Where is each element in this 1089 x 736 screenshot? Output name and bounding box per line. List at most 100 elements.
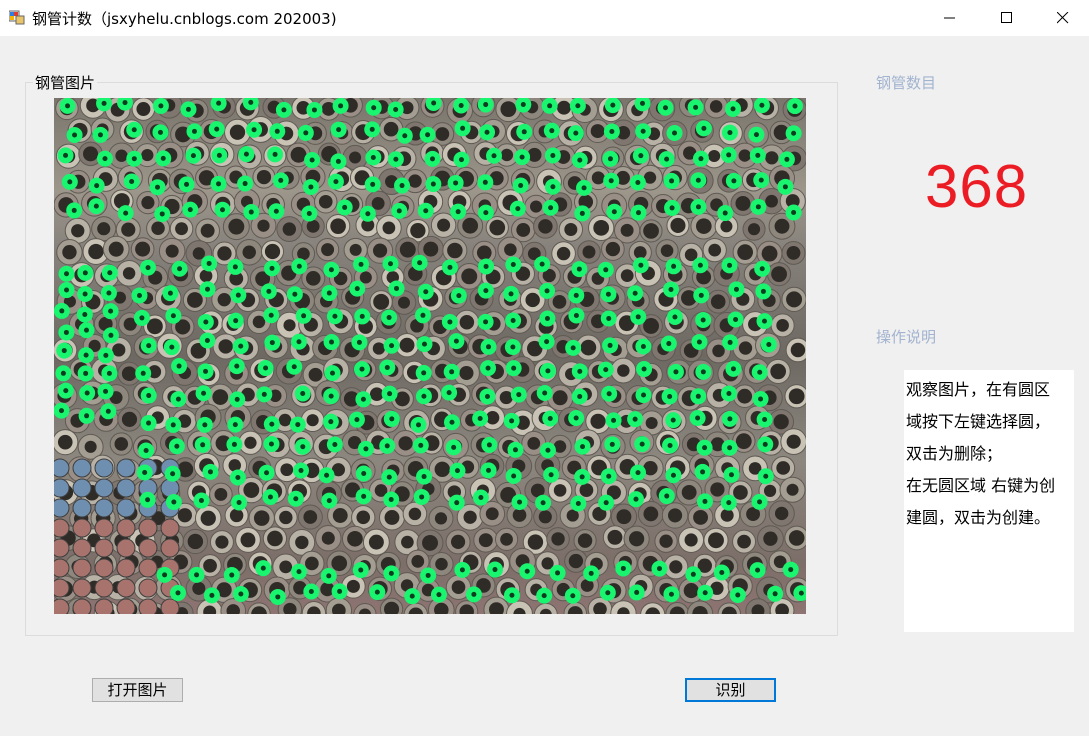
detected-circle-marker[interactable] — [729, 586, 746, 603]
detected-circle-marker[interactable] — [66, 127, 83, 144]
detected-circle-marker[interactable] — [477, 204, 494, 221]
detected-circle-marker[interactable] — [690, 172, 707, 189]
detected-circle-marker[interactable] — [102, 303, 119, 320]
detected-circle-marker[interactable] — [583, 565, 600, 582]
detected-circle-marker[interactable] — [695, 120, 712, 137]
detected-circle-marker[interactable] — [658, 488, 675, 505]
detected-circle-marker[interactable] — [478, 258, 495, 275]
detected-circle-marker[interactable] — [100, 403, 117, 420]
detected-circle-marker[interactable] — [223, 567, 240, 584]
detected-circle-marker[interactable] — [695, 312, 712, 329]
detected-circle-marker[interactable] — [349, 280, 366, 297]
detected-circle-marker[interactable] — [381, 469, 398, 486]
detected-circle-marker[interactable] — [569, 98, 586, 114]
detected-circle-marker[interactable] — [243, 204, 260, 221]
detected-circle-marker[interactable] — [627, 285, 644, 302]
detected-circle-marker[interactable] — [321, 285, 338, 302]
detected-circle-marker[interactable] — [394, 177, 411, 194]
detected-circle-marker[interactable] — [667, 363, 684, 380]
detected-circle-marker[interactable] — [568, 410, 585, 427]
detected-circle-marker[interactable] — [425, 176, 442, 193]
detected-circle-marker[interactable] — [165, 416, 182, 433]
detected-circle-marker[interactable] — [61, 173, 78, 190]
detected-circle-marker[interactable] — [665, 467, 682, 484]
detected-circle-marker[interactable] — [519, 563, 536, 580]
detected-circle-marker[interactable] — [364, 176, 381, 193]
detected-circle-marker[interactable] — [54, 302, 70, 319]
detected-circle-marker[interactable] — [123, 173, 140, 190]
detected-circle-marker[interactable] — [685, 566, 702, 583]
detected-circle-marker[interactable] — [630, 308, 647, 325]
detected-circle-marker[interactable] — [383, 337, 400, 354]
detected-circle-marker[interactable] — [480, 338, 497, 355]
detected-circle-marker[interactable] — [416, 468, 433, 485]
detected-circle-marker[interactable] — [269, 588, 286, 605]
detected-circle-marker[interactable] — [472, 489, 489, 506]
detected-circle-marker[interactable] — [424, 150, 441, 167]
detected-circle-marker[interactable] — [260, 283, 277, 300]
detected-circle-marker[interactable] — [327, 173, 344, 190]
detected-circle-marker[interactable] — [635, 387, 652, 404]
detected-circle-marker[interactable] — [657, 99, 674, 116]
detected-circle-marker[interactable] — [355, 391, 372, 408]
detected-circle-marker[interactable] — [786, 98, 803, 115]
detected-circle-marker[interactable] — [262, 488, 279, 505]
detected-circle-marker[interactable] — [413, 488, 430, 505]
detected-circle-marker[interactable] — [628, 584, 645, 601]
detected-circle-marker[interactable] — [723, 466, 740, 483]
detected-circle-marker[interactable] — [414, 307, 431, 324]
detected-circle-marker[interactable] — [752, 391, 769, 408]
detected-circle-marker[interactable] — [263, 307, 280, 324]
detected-circle-marker[interactable] — [286, 286, 303, 303]
detected-circle-marker[interactable] — [750, 198, 767, 215]
detected-circle-marker[interactable] — [88, 198, 105, 215]
detected-circle-marker[interactable] — [77, 365, 94, 382]
detected-circle-marker[interactable] — [571, 152, 588, 169]
detected-circle-marker[interactable] — [503, 412, 520, 429]
detected-circle-marker[interactable] — [760, 336, 777, 353]
detected-circle-marker[interactable] — [79, 384, 96, 401]
detected-circle-marker[interactable] — [629, 174, 646, 191]
detected-circle-marker[interactable] — [453, 98, 470, 114]
detected-circle-marker[interactable] — [658, 151, 675, 168]
detected-circle-marker[interactable] — [717, 205, 734, 222]
detected-circle-marker[interactable] — [509, 200, 526, 217]
detected-circle-marker[interactable] — [126, 121, 143, 138]
detected-circle-marker[interactable] — [755, 283, 772, 300]
detected-circle-marker[interactable] — [720, 385, 737, 402]
detected-circle-marker[interactable] — [454, 561, 471, 578]
detected-circle-marker[interactable] — [364, 121, 381, 138]
detected-circle-marker[interactable] — [76, 306, 93, 323]
detected-circle-marker[interactable] — [713, 564, 730, 581]
detected-circle-marker[interactable] — [133, 309, 150, 326]
detected-circle-marker[interactable] — [543, 122, 560, 139]
detected-circle-marker[interactable] — [448, 333, 465, 350]
detected-circle-marker[interactable] — [785, 204, 802, 221]
detected-circle-marker[interactable] — [636, 361, 653, 378]
detected-circle-marker[interactable] — [237, 175, 254, 192]
detected-circle-marker[interactable] — [227, 416, 244, 433]
detected-circle-marker[interactable] — [571, 388, 588, 405]
detected-circle-marker[interactable] — [661, 388, 678, 405]
detected-circle-marker[interactable] — [632, 257, 649, 274]
detected-circle-marker[interactable] — [454, 120, 471, 137]
detected-circle-marker[interactable] — [662, 281, 679, 298]
detected-circle-marker[interactable] — [549, 564, 566, 581]
detected-circle-marker[interactable] — [751, 364, 768, 381]
detected-circle-marker[interactable] — [201, 255, 218, 272]
detected-circle-marker[interactable] — [503, 285, 520, 302]
detected-circle-marker[interactable] — [568, 287, 585, 304]
detected-circle-marker[interactable] — [263, 436, 280, 453]
detected-circle-marker[interactable] — [78, 407, 95, 424]
detected-circle-marker[interactable] — [211, 147, 228, 164]
detected-circle-marker[interactable] — [379, 437, 396, 454]
detected-circle-marker[interactable] — [258, 464, 275, 481]
detected-circle-marker[interactable] — [481, 436, 498, 453]
detected-circle-marker[interactable] — [290, 333, 307, 350]
detected-circle-marker[interactable] — [330, 153, 347, 170]
maximize-button[interactable] — [984, 0, 1030, 36]
detected-circle-marker[interactable] — [355, 488, 372, 505]
detected-circle-marker[interactable] — [263, 416, 280, 433]
detected-circle-marker[interactable] — [96, 150, 113, 167]
detected-circle-marker[interactable] — [727, 311, 744, 328]
